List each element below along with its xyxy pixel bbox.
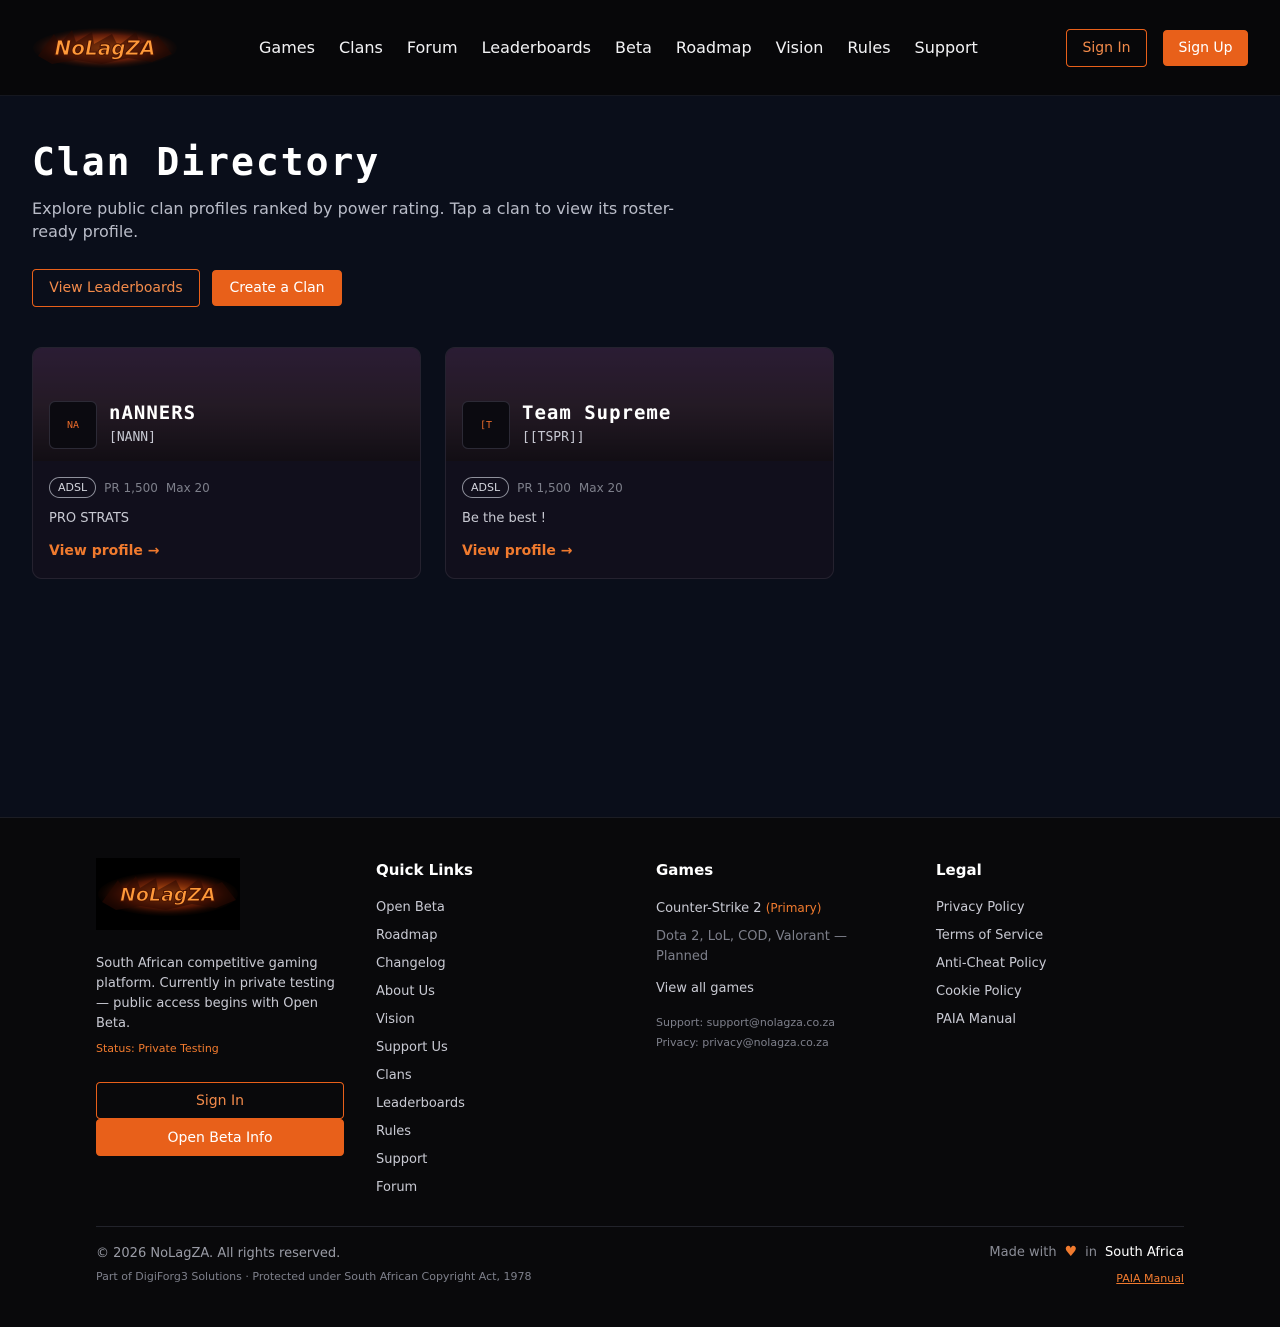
footer-link-open-beta[interactable]: Open Beta	[376, 894, 473, 922]
footer-link-rules[interactable]: Rules	[376, 1118, 473, 1146]
planned-games: Dota 2, LoL, COD, Valorant — Planned	[656, 929, 847, 964]
clan-tag: [NANN]	[109, 430, 156, 445]
nav-support[interactable]: Support	[915, 36, 978, 60]
footer-divider	[96, 1226, 1184, 1227]
clan-avatar: NA	[49, 401, 97, 449]
legal-column: Legal Privacy Policy Terms of Service An…	[936, 860, 1046, 1034]
power-rating: PR 1,500	[517, 480, 571, 495]
in-text: in	[1085, 1244, 1097, 1260]
footer-logo-text: NoLagZA	[120, 884, 216, 906]
nav-leaderboards[interactable]: Leaderboards	[482, 36, 591, 60]
country-text: South Africa	[1105, 1244, 1184, 1260]
open-beta-info-button[interactable]: Open Beta Info	[96, 1119, 344, 1156]
primary-label: (Primary)	[765, 901, 822, 915]
privacy-email[interactable]: Privacy: privacy@nolagza.co.za	[656, 1033, 886, 1053]
nav-rules[interactable]: Rules	[847, 36, 890, 60]
footer-link-about-us[interactable]: About Us	[376, 978, 473, 1006]
footer-link-anti-cheat[interactable]: Anti-Cheat Policy	[936, 950, 1046, 978]
footer-link-roadmap[interactable]: Roadmap	[376, 922, 473, 950]
logo-graphic: NoLagZA	[33, 28, 177, 68]
made-with: Made with ♥ in South Africa	[989, 1244, 1184, 1260]
games-heading: Games	[656, 861, 714, 879]
main-nav: Games Clans Forum Leaderboards Beta Road…	[259, 36, 1002, 60]
status-text: Status: Private Testing	[96, 1042, 219, 1055]
footer-link-support[interactable]: Support	[376, 1146, 473, 1174]
footer-link-clans[interactable]: Clans	[376, 1062, 473, 1090]
heart-icon: ♥	[1064, 1244, 1078, 1260]
footer-link-vision[interactable]: Vision	[376, 1006, 473, 1034]
page-subtitle: Explore public clan profiles ranked by p…	[32, 199, 675, 241]
site-footer: NoLagZA South African competitive gaming…	[0, 817, 1280, 1327]
clan-card-nanners[interactable]: NA nANNERS [NANN] ADSL PR 1,500 Max 20 P…	[32, 347, 421, 579]
logo-text: NoLagZA	[54, 36, 155, 60]
footer-link-terms[interactable]: Terms of Service	[936, 922, 1046, 950]
view-leaderboards-button[interactable]: View Leaderboards	[32, 269, 200, 307]
nolagza-logo[interactable]: NoLagZA	[32, 26, 178, 70]
nav-games[interactable]: Games	[259, 36, 315, 60]
max-members: Max 20	[165, 480, 210, 495]
legal-heading: Legal	[936, 861, 982, 879]
made-with-text: Made with	[989, 1244, 1057, 1260]
nav-clans[interactable]: Clans	[339, 36, 383, 60]
footer-sign-in-button[interactable]: Sign In	[96, 1082, 344, 1119]
footer-link-forum[interactable]: Forum	[376, 1174, 473, 1202]
view-profile-link[interactable]: View profile →	[49, 543, 160, 559]
games-column: Games Counter-Strike 2 (Primary) Dota 2,…	[656, 860, 886, 1053]
clan-name: nANNERS	[109, 402, 197, 424]
quick-links-heading: Quick Links	[376, 861, 473, 879]
footer-about: South African competitive gaming platfor…	[96, 956, 335, 1031]
clan-meta: ADSL PR 1,500 Max 20	[49, 477, 210, 498]
quick-links-column: Quick Links Open Beta Roadmap Changelog …	[376, 860, 473, 1202]
connection-badge: ADSL	[462, 477, 510, 498]
connection-badge: ADSL	[49, 477, 97, 498]
create-clan-button[interactable]: Create a Clan	[212, 270, 342, 306]
clan-card-team-supreme[interactable]: [T Team Supreme [[TSPR]] ADSL PR 1,500 M…	[445, 347, 834, 579]
sign-in-button[interactable]: Sign In	[1066, 29, 1147, 67]
clan-description: PRO STRATS	[49, 511, 130, 526]
nav-beta[interactable]: Beta	[615, 36, 652, 60]
nav-forum[interactable]: Forum	[407, 36, 458, 60]
footer-link-privacy-policy[interactable]: Privacy Policy	[936, 894, 1046, 922]
clan-name: Team Supreme	[522, 402, 672, 424]
max-members: Max 20	[578, 480, 623, 495]
view-profile-link[interactable]: View profile →	[462, 543, 573, 559]
clan-description: Be the best !	[462, 511, 546, 526]
company-note: Part of DigiForg3 Solutions · Protected …	[96, 1270, 532, 1283]
primary-game: Counter-Strike 2	[656, 901, 762, 916]
page-title: Clan Directory	[32, 140, 381, 184]
sign-up-button[interactable]: Sign Up	[1163, 30, 1248, 66]
footer-link-support-us[interactable]: Support Us	[376, 1034, 473, 1062]
copyright: © 2026 NoLagZA. All rights reserved.	[96, 1246, 341, 1261]
footer-link-changelog[interactable]: Changelog	[376, 950, 473, 978]
support-email[interactable]: Support: support@nolagza.co.za	[656, 1013, 886, 1033]
footer-logo[interactable]: NoLagZA	[96, 858, 240, 930]
power-rating: PR 1,500	[104, 480, 158, 495]
nav-vision[interactable]: Vision	[776, 36, 824, 60]
footer-link-paia-manual[interactable]: PAIA Manual	[936, 1006, 1046, 1034]
footer-link-view-all-games[interactable]: View all games	[656, 975, 886, 1003]
footer-link-cookie-policy[interactable]: Cookie Policy	[936, 978, 1046, 1006]
clan-tag: [[TSPR]]	[522, 430, 585, 445]
footer-logo-graphic: NoLagZA	[96, 858, 240, 930]
clan-meta: ADSL PR 1,500 Max 20	[462, 477, 623, 498]
clan-avatar: [T	[462, 401, 510, 449]
footer-link-cs2[interactable]: Counter-Strike 2 (Primary)	[656, 894, 886, 923]
site-header: NoLagZA Games Clans Forum Leaderboards B…	[0, 0, 1280, 96]
footer-paia-link[interactable]: PAIA Manual	[1116, 1272, 1184, 1285]
nav-roadmap[interactable]: Roadmap	[676, 36, 752, 60]
footer-link-leaderboards[interactable]: Leaderboards	[376, 1090, 473, 1118]
